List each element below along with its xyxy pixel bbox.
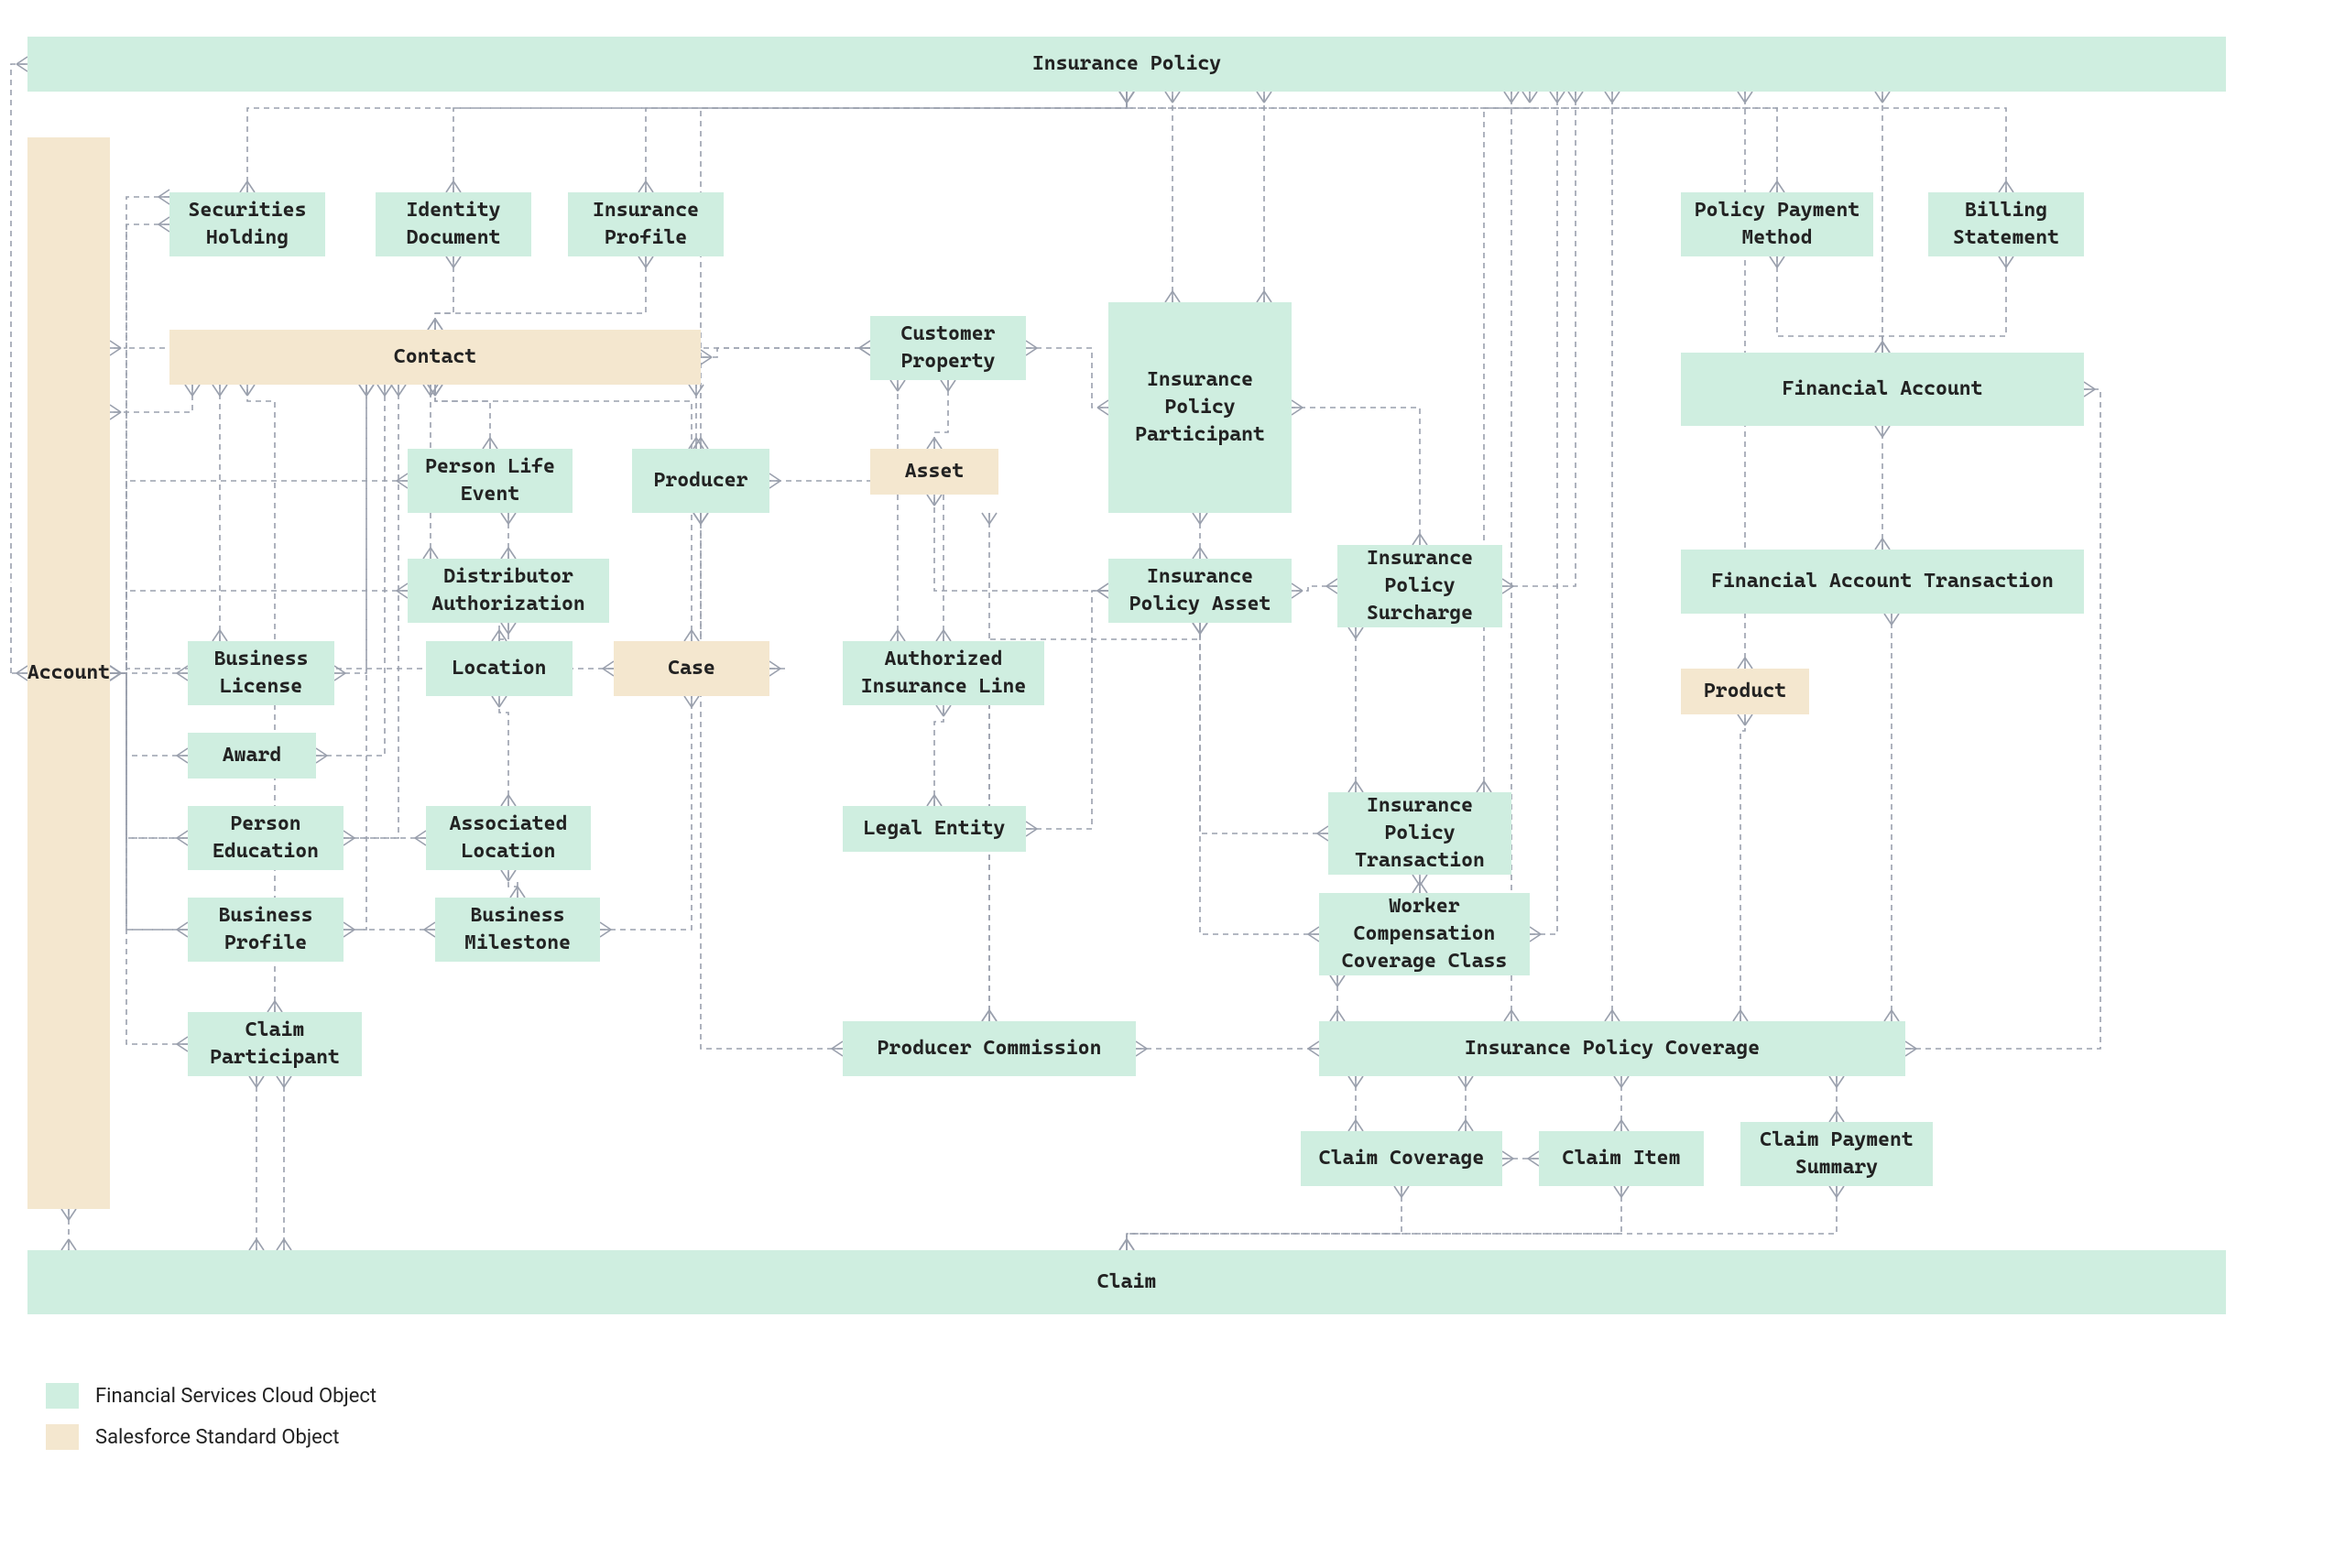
entity-distributor_authorization: Distributor Authorization	[408, 559, 609, 623]
entity-worker_compensation_coverage_class: Worker Compensation Coverage Class	[1319, 893, 1530, 975]
entity-billing_statement: Billing Statement	[1928, 192, 2084, 256]
entity-insurance_policy_coverage: Insurance Policy Coverage	[1319, 1021, 1905, 1076]
entity-product: Product	[1681, 669, 1809, 714]
legend-swatch-fsc	[46, 1383, 79, 1409]
entity-claim_coverage: Claim Coverage	[1301, 1131, 1502, 1186]
legend-std: Salesforce Standard Object	[46, 1424, 339, 1450]
entity-financial_account: Financial Account	[1681, 353, 2084, 426]
entity-insurance_profile: Insurance Profile	[568, 192, 724, 256]
entity-insurance_policy_transaction: Insurance Policy Transaction	[1328, 792, 1511, 875]
entity-contact: Contact	[169, 330, 701, 385]
entity-legal_entity: Legal Entity	[843, 806, 1026, 852]
entity-customer_property: Customer Property	[870, 316, 1026, 380]
entity-securities_holding: Securities Holding	[169, 192, 325, 256]
legend-label-std: Salesforce Standard Object	[95, 1426, 339, 1449]
entity-authorized_insurance_line: Authorized Insurance Line	[843, 641, 1044, 705]
entity-insurance_policy_asset: Insurance Policy Asset	[1108, 559, 1292, 623]
entity-account: Account	[27, 137, 110, 1209]
entity-case: Case	[614, 641, 769, 696]
entity-identity_document: Identity Document	[376, 192, 531, 256]
entity-associated_location: Associated Location	[426, 806, 591, 870]
entity-asset: Asset	[870, 449, 998, 495]
entity-business_license: Business License	[188, 641, 334, 705]
entity-claim_participant: Claim Participant	[188, 1012, 362, 1076]
entity-financial_account_transaction: Financial Account Transaction	[1681, 550, 2084, 614]
legend-swatch-std	[46, 1424, 79, 1450]
entity-location: Location	[426, 641, 573, 696]
legend-label-fsc: Financial Services Cloud Object	[95, 1385, 376, 1408]
entity-producer: Producer	[632, 449, 769, 513]
entity-person_life_event: Person Life Event	[408, 449, 573, 513]
erd-canvas: Insurance Policy Account Securities Holdin…	[0, 0, 2345, 1568]
entity-business_profile: Business Profile	[188, 898, 344, 962]
entity-claim_item: Claim Item	[1539, 1131, 1704, 1186]
legend-fsc: Financial Services Cloud Object	[46, 1383, 376, 1409]
entity-policy_payment_method: Policy Payment Method	[1681, 192, 1873, 256]
entity-insurance_policy_surcharge: Insurance Policy Surcharge	[1337, 545, 1502, 627]
entity-award: Award	[188, 733, 316, 779]
entity-claim: Claim	[27, 1250, 2226, 1314]
entity-person_education: Person Education	[188, 806, 344, 870]
entity-claim_payment_summary: Claim Payment Summary	[1740, 1122, 1933, 1186]
entity-producer_commission: Producer Commission	[843, 1021, 1136, 1076]
entity-business_milestone: Business Milestone	[435, 898, 600, 962]
entity-insurance_policy: Insurance Policy	[27, 37, 2226, 92]
entity-insurance_policy_participant: Insurance Policy Participant	[1108, 302, 1292, 513]
